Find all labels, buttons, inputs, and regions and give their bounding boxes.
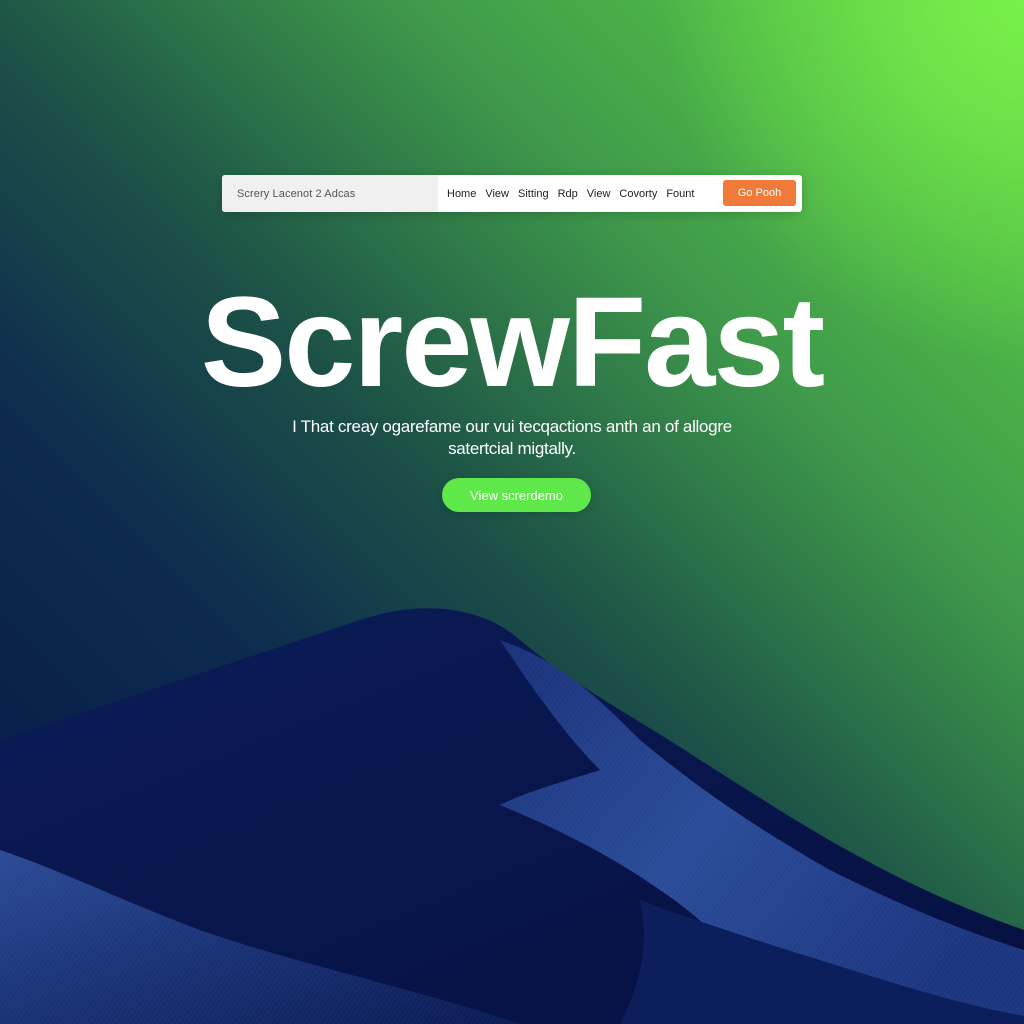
nav-link-view[interactable]: View <box>485 188 509 200</box>
nav-cta-button[interactable]: Go Pooh <box>723 180 796 206</box>
hero-subtitle-line-1: I That creay ogarefame our vui tecqactio… <box>292 417 732 436</box>
view-demo-button[interactable]: View screrdemo <box>442 478 591 512</box>
landing-page: Screry Lacenot 2 Adcas Home View Sitting… <box>0 0 1024 1024</box>
nav-link-rdp[interactable]: Rdp <box>558 188 578 200</box>
nav-link-fount[interactable]: Fount <box>666 188 694 200</box>
hero-subtitle: I That creay ogarefame our vui tecqactio… <box>262 416 762 460</box>
nav-link-view-2[interactable]: View <box>587 188 611 200</box>
nav-link-home[interactable]: Home <box>447 188 476 200</box>
search-text: Screry Lacenot 2 Adcas <box>237 187 356 200</box>
wave-background <box>0 608 1024 1024</box>
top-navbar: Screry Lacenot 2 Adcas Home View Sitting… <box>222 175 802 212</box>
nav-links: Home View Sitting Rdp View Covorty Fount <box>447 188 694 200</box>
search-bar[interactable]: Screry Lacenot 2 Adcas <box>222 175 438 212</box>
hero-subtitle-line-2: satertcial migtally. <box>448 439 576 458</box>
hero-title: ScrewFast <box>200 271 825 414</box>
nav-link-covorty[interactable]: Covorty <box>619 188 657 200</box>
nav-link-sitting[interactable]: Sitting <box>518 188 549 200</box>
